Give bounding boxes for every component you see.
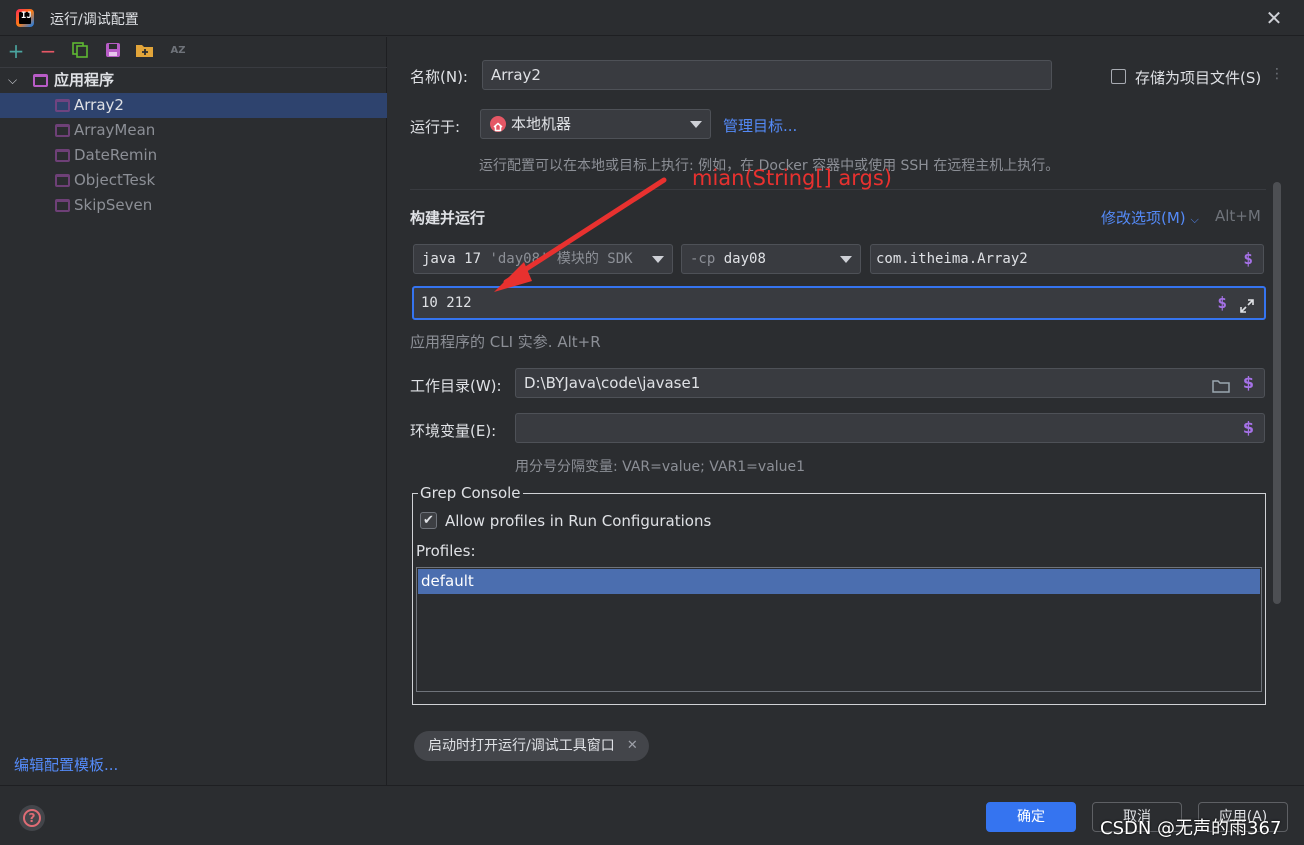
copy-icon[interactable] xyxy=(70,41,90,61)
tree-item-objecttesk[interactable]: ObjectTesk xyxy=(0,168,387,193)
chevron-down-icon xyxy=(690,121,702,128)
macro-icon[interactable]: $ xyxy=(1217,288,1227,318)
folder-icon[interactable] xyxy=(1212,375,1230,397)
application-icon xyxy=(55,124,70,137)
application-icon xyxy=(55,174,70,187)
tree-item-label: SkipSeven xyxy=(74,196,153,214)
chevron-down-icon: ⌵ xyxy=(1190,213,1199,226)
name-input[interactable]: Array2 xyxy=(482,60,1052,90)
ok-button[interactable]: 确定 xyxy=(986,802,1076,832)
macro-icon[interactable]: $ xyxy=(1243,369,1254,397)
cp-value: day08 xyxy=(723,251,766,267)
watermark: CSDN @无声的雨367 xyxy=(1100,818,1282,839)
name-label: 名称(N): xyxy=(410,68,468,86)
jdk-module: 'day08' 模块的 SDK xyxy=(481,251,633,267)
tree-item-label: ArrayMean xyxy=(74,121,156,139)
store-project-file-checkbox[interactable] xyxy=(1111,69,1126,84)
run-on-dropdown[interactable]: 本地机器 xyxy=(480,109,711,139)
tree-item-arraymean[interactable]: ArrayMean xyxy=(0,118,387,143)
application-icon xyxy=(55,149,70,162)
jdk-dropdown[interactable]: java 17 'day08' 模块的 SDK xyxy=(413,244,673,274)
application-icon xyxy=(55,199,70,212)
profiles-label: Profiles: xyxy=(416,542,476,560)
classpath-dropdown[interactable]: -cp day08 xyxy=(681,244,861,274)
workdir-input[interactable]: D:\BYJava\code\javase1 $ xyxy=(515,368,1265,398)
grep-console-title: Grep Console xyxy=(418,484,523,502)
macro-icon[interactable]: $ xyxy=(1243,414,1254,442)
profiles-list[interactable]: default xyxy=(416,567,1262,692)
remove-icon[interactable]: − xyxy=(38,41,58,61)
application-icon xyxy=(33,74,48,87)
save-icon[interactable] xyxy=(103,41,123,61)
env-vars-hint: 用分号分隔变量: VAR=value; VAR1=value1 xyxy=(515,459,806,475)
macro-icon[interactable]: $ xyxy=(1243,245,1253,273)
run-on-value: 本地机器 xyxy=(511,115,572,133)
edit-templates-link[interactable]: 编辑配置模板... xyxy=(14,754,118,775)
allow-profiles-label: Allow profiles in Run Configurations xyxy=(445,512,712,530)
window-title: 运行/调试配置 xyxy=(50,12,139,28)
chevron-down-icon xyxy=(652,256,664,263)
title-bar: IJ 运行/调试配置 ✕ xyxy=(0,0,1304,36)
modify-options-label: 修改选项(M) xyxy=(1101,209,1186,227)
env-vars-input[interactable]: $ xyxy=(515,413,1265,443)
program-arguments-input[interactable]: 10 212 $ xyxy=(412,286,1266,320)
sort-icon[interactable]: AZ xyxy=(168,41,188,61)
tree-toolbar: + − AZ xyxy=(0,37,387,67)
tree-group-label: 应用程序 xyxy=(54,71,115,89)
open-tool-window-chip[interactable]: 启动时打开运行/调试工具窗口 ✕ xyxy=(414,731,649,761)
application-icon xyxy=(55,99,70,112)
modify-options-link[interactable]: 修改选项(M) ⌵ xyxy=(1101,207,1199,228)
program-arguments-value: 10 212 xyxy=(421,295,472,311)
env-vars-label: 环境变量(E): xyxy=(410,422,497,440)
help-icon[interactable]: ? xyxy=(19,805,45,831)
cp-prefix: -cp xyxy=(690,251,716,267)
chevron-down-icon: ⌵ xyxy=(8,73,18,87)
new-folder-icon[interactable] xyxy=(135,41,155,61)
config-tree-panel: + − AZ ⌵ 应用程序 Array2 ArrayMean DateRemin… xyxy=(0,37,387,785)
add-icon[interactable]: + xyxy=(6,41,26,61)
list-item[interactable]: default xyxy=(418,569,1260,594)
tree-item-dateremin[interactable]: DateRemin xyxy=(0,143,387,168)
jdk-value: java 17 xyxy=(422,251,482,267)
tree-item-skipseven[interactable]: SkipSeven xyxy=(0,193,387,218)
main-class-input[interactable]: com.itheima.Array2 $ xyxy=(870,244,1264,274)
chevron-down-icon xyxy=(840,256,852,263)
workdir-value: D:\BYJava\code\javase1 xyxy=(524,374,701,392)
intellij-logo-icon: IJ xyxy=(16,9,34,27)
run-on-label: 运行于: xyxy=(410,118,461,136)
config-form-panel: 名称(N): Array2 存储为项目文件(S) ⋮ 运行于: 本地机器 管理目… xyxy=(388,37,1304,785)
modify-options-shortcut: Alt+M xyxy=(1215,207,1261,225)
close-button[interactable]: ✕ xyxy=(1262,6,1286,30)
close-icon[interactable]: ✕ xyxy=(627,731,638,761)
build-run-title: 构建并运行 xyxy=(410,209,486,227)
expand-icon[interactable] xyxy=(1239,295,1255,318)
tree-group-application[interactable]: ⌵ 应用程序 xyxy=(0,68,387,93)
tree-item-label: Array2 xyxy=(74,96,124,114)
tree-item-label: DateRemin xyxy=(74,146,158,164)
main-class-value: com.itheima.Array2 xyxy=(876,251,1028,267)
dialog-footer: ? 确定 取消 应用(A) CSDN @无声的雨367 xyxy=(0,785,1304,845)
allow-profiles-checkbox[interactable]: ✔ xyxy=(420,512,437,529)
tree-item-array2[interactable]: Array2 xyxy=(0,93,387,118)
manage-targets-link[interactable]: 管理目标... xyxy=(723,115,797,136)
workdir-label: 工作目录(W): xyxy=(410,377,502,395)
program-arguments-hint: 应用程序的 CLI 实参. Alt+R xyxy=(410,333,601,351)
scrollbar[interactable] xyxy=(1273,182,1281,604)
store-project-file-label: 存储为项目文件(S) xyxy=(1135,69,1262,87)
more-options-icon[interactable]: ⋮ xyxy=(1270,66,1284,82)
tree-item-label: ObjectTesk xyxy=(74,171,156,189)
home-icon xyxy=(490,116,506,132)
chip-label: 启动时打开运行/调试工具窗口 xyxy=(428,738,615,754)
annotation-label: mian(String[] args) xyxy=(692,166,892,190)
